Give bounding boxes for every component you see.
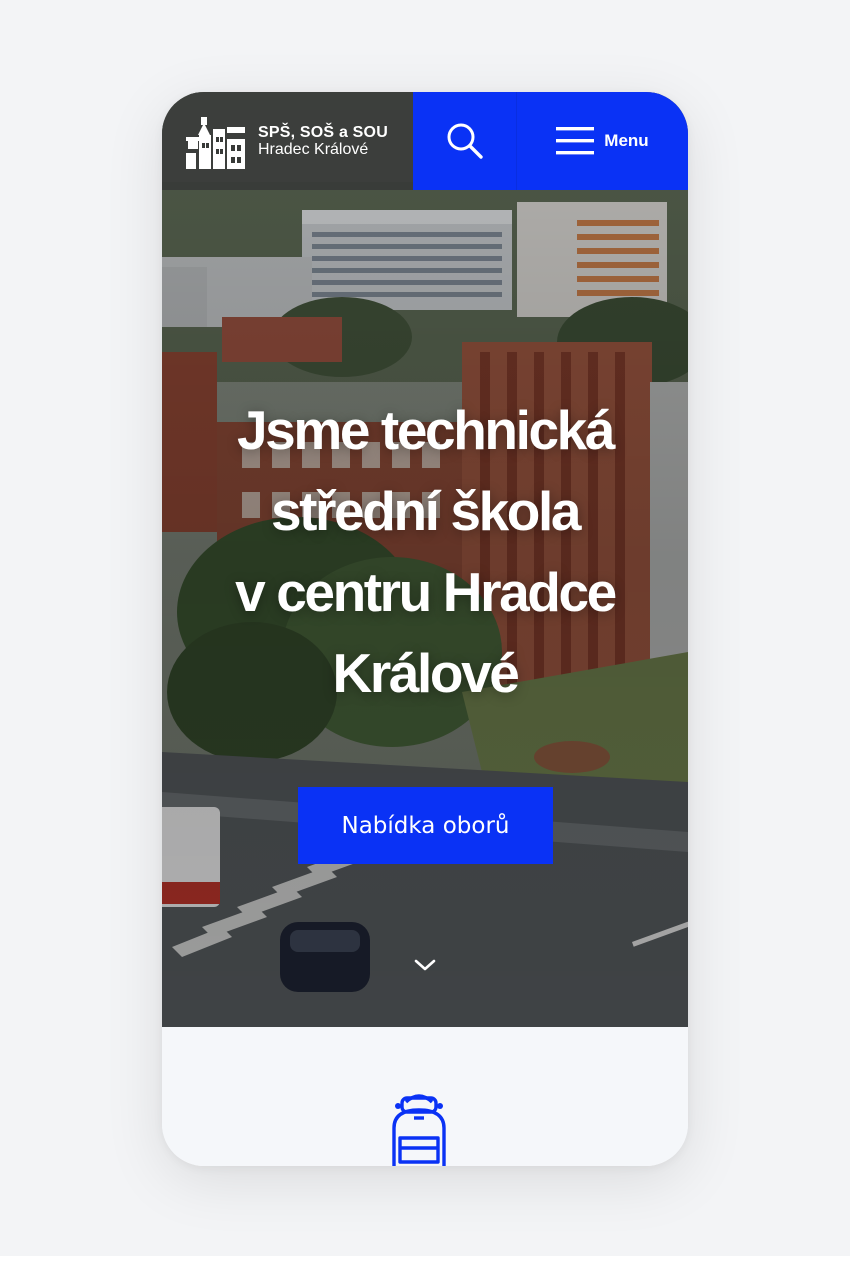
headline-line: v centru Hradce <box>235 561 617 623</box>
intro-section <box>162 1027 688 1166</box>
hamburger-menu-icon <box>556 127 595 155</box>
menu-button[interactable]: Menu <box>516 92 688 190</box>
mobile-screen: SPŠ, SOŠ a SOU Hradec Králové Menu Jsme … <box>162 92 688 1166</box>
logo-city-line: Hradec Králové <box>258 140 369 158</box>
chevron-down-icon[interactable] <box>413 957 437 973</box>
search-icon <box>447 123 483 159</box>
school-buildings-logo-icon <box>186 117 245 169</box>
page-bottom-strip <box>0 1256 850 1278</box>
headline-line: Jsme technická <box>236 399 615 461</box>
study-programs-button[interactable]: Nabídka oborů <box>298 787 553 864</box>
headline-line: střední škola <box>270 480 581 542</box>
logo-name-line: SPŠ, SOŠ a SOU <box>258 123 388 141</box>
hero-headline: Jsme technická střední škola v centru Hr… <box>162 390 688 714</box>
backpack-icon <box>392 1094 446 1166</box>
search-button[interactable] <box>413 92 516 190</box>
site-logo[interactable]: SPŠ, SOŠ a SOU Hradec Králové <box>162 92 413 190</box>
site-header: SPŠ, SOŠ a SOU Hradec Králové Menu <box>162 92 688 190</box>
menu-label: Menu <box>604 131 649 150</box>
headline-line: Králové <box>332 642 520 704</box>
